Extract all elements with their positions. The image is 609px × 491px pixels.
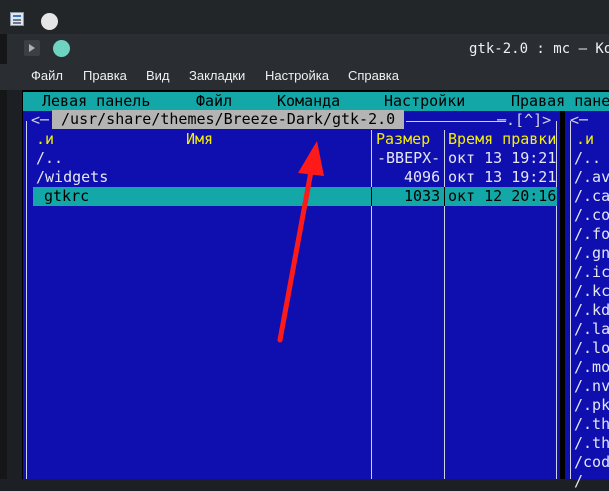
annotation-arrow-head bbox=[298, 141, 324, 176]
annotation-arrow bbox=[277, 141, 324, 343]
annotation-arrow-shaft bbox=[277, 163, 315, 343]
